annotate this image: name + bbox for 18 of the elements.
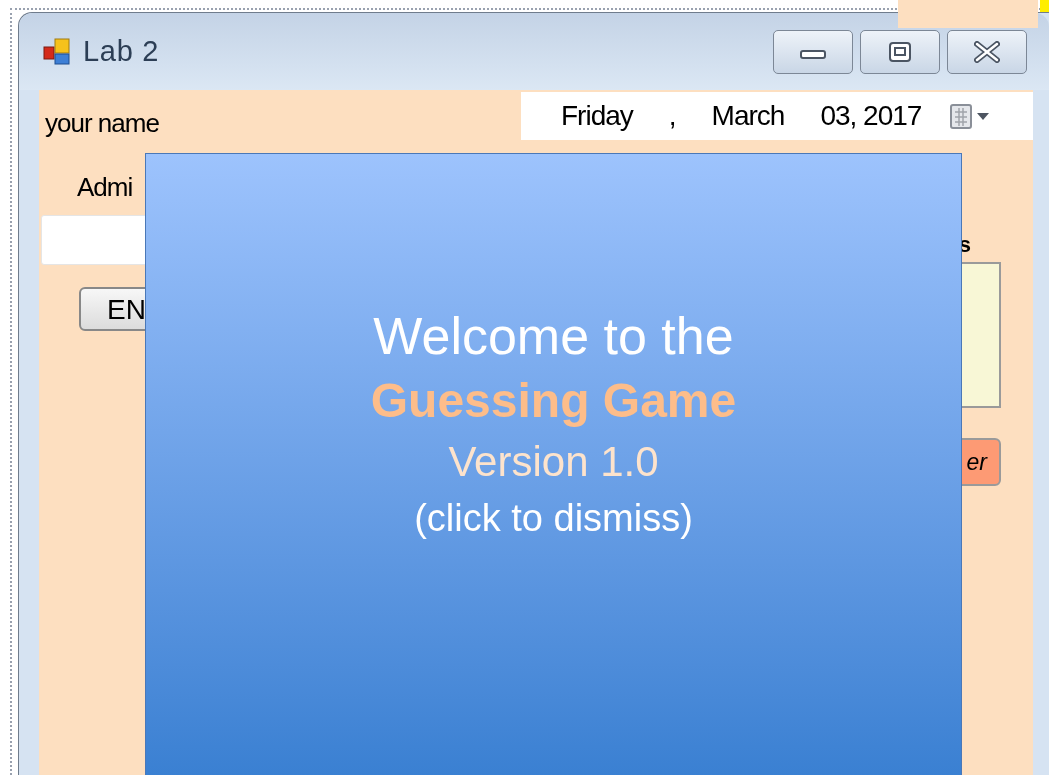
welcome-text: Welcome to the bbox=[373, 306, 734, 367]
name-label: your name bbox=[45, 107, 159, 140]
app-icon bbox=[43, 37, 71, 66]
close-icon bbox=[974, 40, 1000, 63]
version-text: Version 1.0 bbox=[448, 437, 659, 487]
minimize-button[interactable] bbox=[773, 29, 853, 74]
date-picker[interactable]: Friday , March 03, 2017 bbox=[521, 92, 1033, 140]
maximize-button[interactable] bbox=[860, 29, 940, 74]
admin-label: Admi bbox=[77, 171, 134, 204]
date-text: 03, 2017 bbox=[820, 99, 922, 133]
dismiss-hint: (click to dismiss) bbox=[414, 496, 693, 541]
game-title: Guessing Game bbox=[370, 373, 737, 429]
day-text: Friday bbox=[561, 99, 633, 133]
month-text: March bbox=[711, 99, 785, 133]
maximize-icon bbox=[889, 41, 911, 62]
close-button[interactable] bbox=[947, 29, 1027, 74]
window-title: Lab 2 bbox=[83, 33, 160, 69]
separator-text: , bbox=[668, 99, 676, 133]
